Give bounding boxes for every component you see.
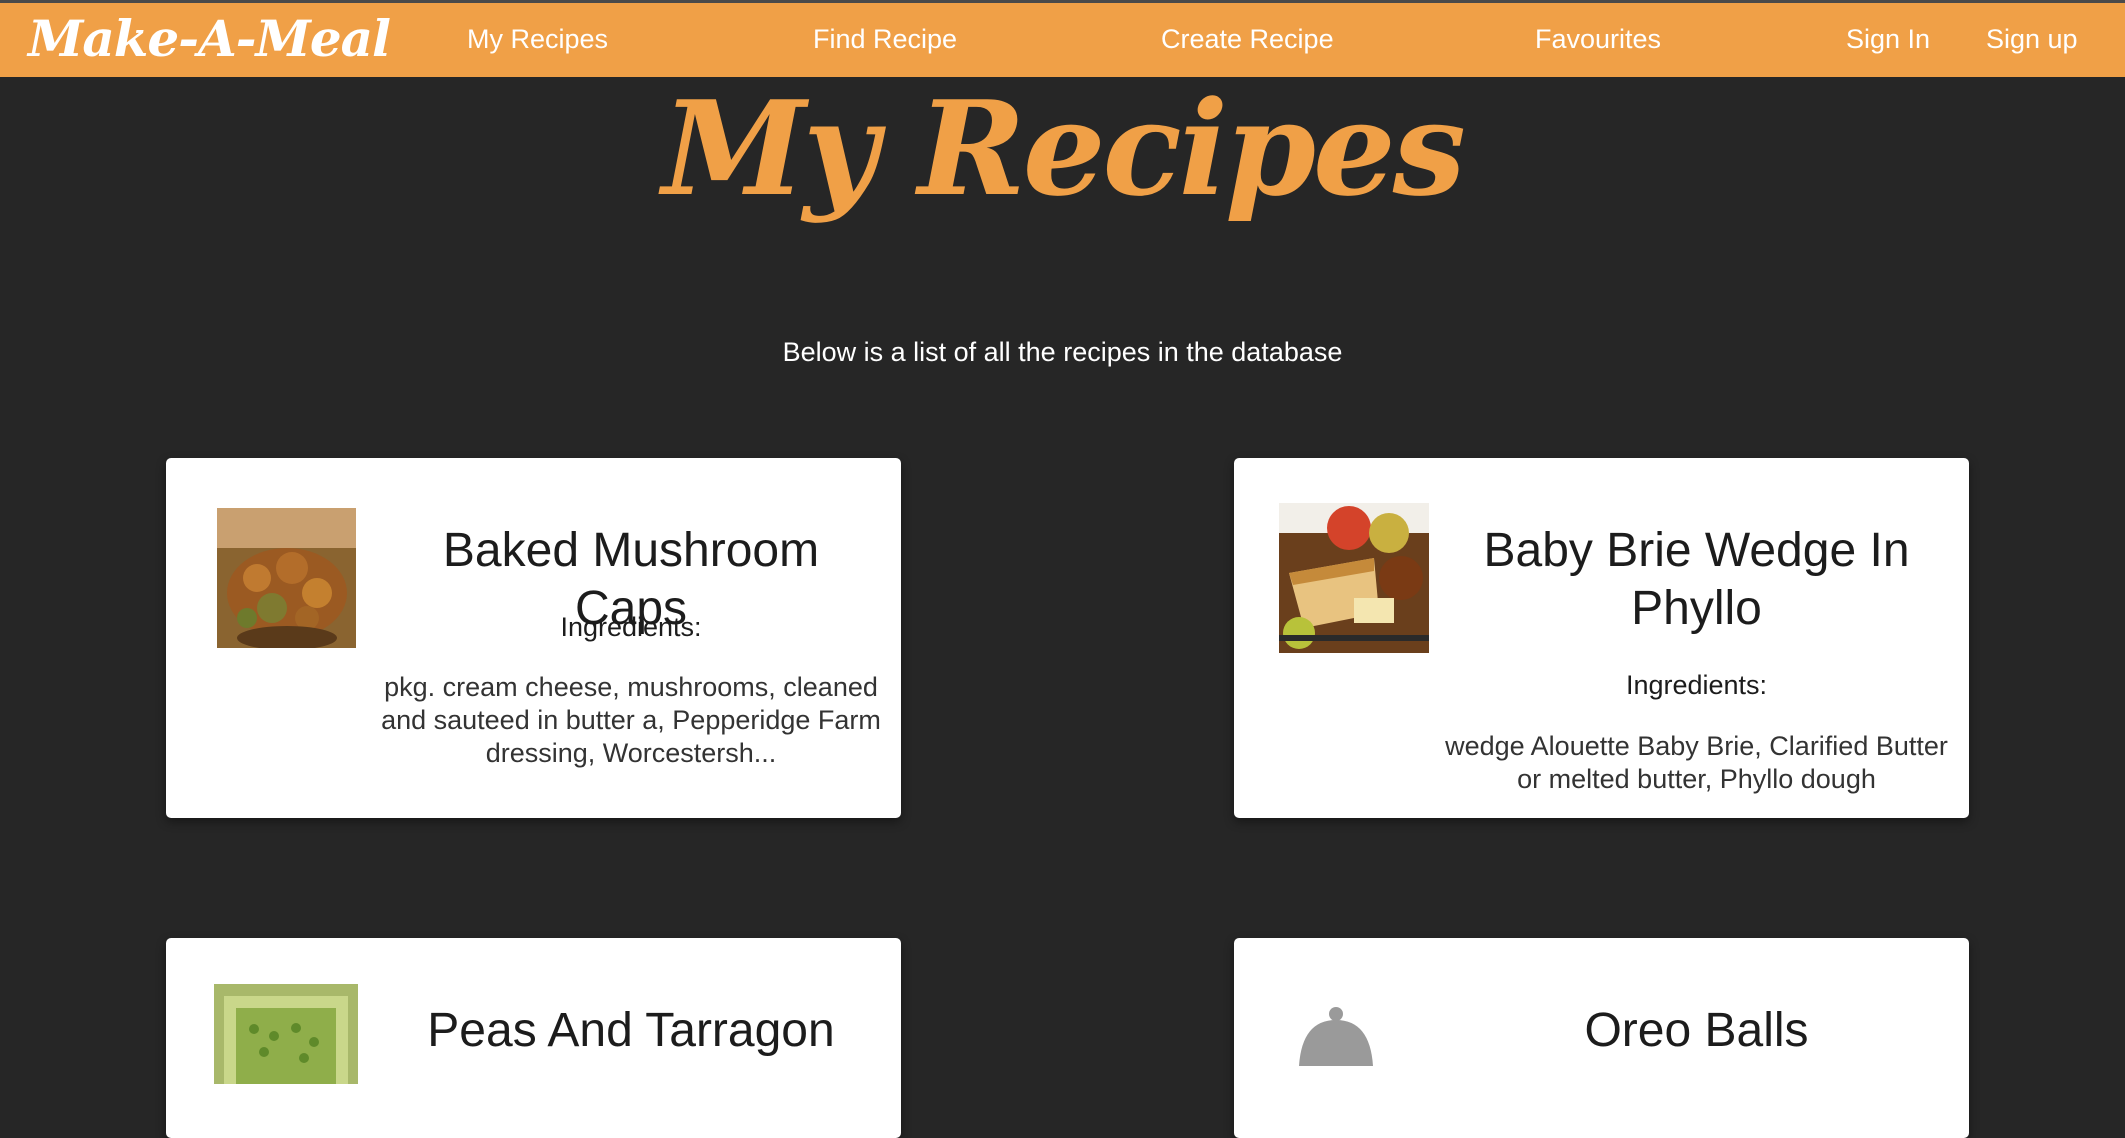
recipe-name[interactable]: Baby Brie Wedge In Phyllo [1444, 522, 1949, 638]
top-navbar: Make-A-Meal My Recipes Find Recipe Creat… [0, 0, 2125, 77]
ingredients-text: pkg. cream cheese, mushrooms, cleaned an… [381, 672, 881, 768]
nav-favourites[interactable]: Favourites [1535, 24, 1661, 55]
cloche-icon [1294, 1006, 1374, 1066]
nav-sign-up[interactable]: Sign up [1986, 24, 2078, 55]
nav-create-recipe[interactable]: Create Recipe [1161, 24, 1334, 55]
recipe-card[interactable]: Baby Brie Wedge In Phyllo Ingredients: w… [1234, 458, 1969, 818]
ingredients-label: Ingredients: [1625, 670, 1768, 700]
brand-logo[interactable]: Make-A-Meal [28, 9, 391, 68]
ingredients-label: Ingredients: [560, 612, 702, 642]
ingredients-text: wedge Alouette Baby Brie, Clarified Butt… [1445, 731, 1948, 794]
recipe-thumbnail [1279, 503, 1429, 653]
nav-sign-in[interactable]: Sign In [1846, 24, 1930, 55]
page-subtitle: Below is a list of all the recipes in th… [782, 337, 1343, 367]
recipe-card[interactable]: Baked Mushroom Caps Ingredients: pkg. cr… [166, 458, 901, 818]
recipe-card[interactable]: Peas And Tarragon [166, 938, 901, 1138]
recipe-name[interactable]: Peas And Tarragon [381, 1002, 881, 1060]
nav-my-recipes[interactable]: My Recipes [467, 24, 608, 55]
page-title: My Recipes [662, 72, 1466, 225]
recipe-name[interactable]: Oreo Balls [1444, 1002, 1949, 1060]
recipe-thumbnail [217, 508, 356, 648]
nav-find-recipe[interactable]: Find Recipe [813, 24, 957, 55]
recipe-thumbnail [214, 984, 358, 1084]
recipe-card[interactable]: Oreo Balls [1234, 938, 1969, 1138]
